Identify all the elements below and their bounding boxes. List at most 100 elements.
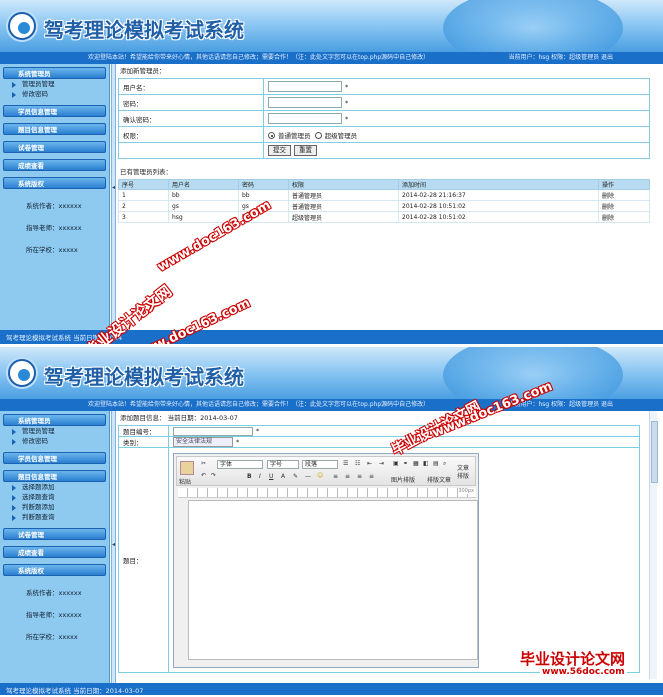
- align-right-icon[interactable]: ≡: [357, 473, 362, 480]
- paste-label[interactable]: 粘贴: [179, 477, 191, 486]
- table-row: 1 bb bb 普通管理员 2014-02-28 21:16:37 删除: [118, 189, 650, 201]
- emoji-icon[interactable]: ☺: [317, 472, 323, 479]
- screenshot-admin-management: 驾考理论模拟考试系统 欢迎登陆本站！希望能给你带来好心情，其他话语请您自己修改；…: [0, 0, 663, 346]
- size-select[interactable]: 字号: [267, 459, 299, 469]
- sidebar-section-students[interactable]: 学员信息管理: [3, 105, 106, 117]
- delete-link[interactable]: 删除: [598, 189, 650, 201]
- app-title: 驾考理论模拟考试系统: [44, 365, 244, 389]
- sidebar-item-query-judge[interactable]: 判断题查询: [12, 512, 109, 522]
- highlight-icon[interactable]: ✎: [293, 473, 298, 480]
- source-icon[interactable]: ▤: [433, 460, 439, 467]
- sidebar-toggle[interactable]: ◂: [111, 64, 116, 330]
- watermark-site-name: 毕业设计论文网: [520, 650, 626, 668]
- font-select[interactable]: 字体: [217, 459, 263, 469]
- table-icon[interactable]: ▦: [413, 460, 419, 467]
- list-icon[interactable]: ☰: [343, 460, 348, 467]
- sidebar-item-add-choice[interactable]: 选择题添加: [12, 482, 109, 492]
- add-admin-form: 用户名： * 密码： * 确认密码： * 权限： 普通管理员 超级管理员 提交 重置: [118, 78, 650, 159]
- toggle-arrow-icon: ◂: [112, 541, 116, 548]
- question-label: 题目：: [118, 447, 169, 673]
- editor-canvas[interactable]: [188, 499, 478, 660]
- add-admin-heading: 添加新管理员：: [120, 67, 166, 75]
- teacher-info: 指导老师：xxxxxx: [26, 611, 82, 619]
- sidebar-section-questions[interactable]: 题目信息管理: [3, 123, 106, 135]
- submit-button[interactable]: 提交: [268, 145, 291, 156]
- numbered-list-icon[interactable]: ☷: [355, 460, 360, 467]
- confirm-password-input[interactable]: [268, 113, 342, 124]
- hr-icon[interactable]: —: [305, 473, 311, 480]
- column-header: 密码: [238, 179, 289, 190]
- image-layout-button[interactable]: 图片排版: [391, 475, 415, 484]
- sidebar-item-admin-manage[interactable]: 管理员管理: [12, 79, 109, 89]
- role-super-radio[interactable]: [314, 132, 322, 139]
- toggle-arrow-icon: ◂: [112, 184, 116, 191]
- underline-icon[interactable]: U: [269, 473, 273, 480]
- column-header: 用户名: [168, 179, 239, 190]
- sidebar-item-add-judge[interactable]: 判断题添加: [12, 502, 109, 512]
- sidebar-section-admin[interactable]: 系统管理员: [3, 414, 106, 426]
- school-info: 所在学校：xxxxx: [26, 633, 78, 641]
- preview-icon[interactable]: ⌕: [443, 460, 446, 468]
- user-bar[interactable]: 当前用户：hsg 权限：超级管理员 退出: [508, 52, 613, 64]
- sidebar-section-copyright[interactable]: 系统版权: [3, 177, 106, 189]
- author-info: 系统作者：xxxxxx: [26, 202, 82, 210]
- italic-icon[interactable]: I: [259, 473, 261, 480]
- paste-icon[interactable]: [180, 460, 194, 475]
- column-header: 添加时间: [398, 179, 599, 190]
- sidebar-toggle[interactable]: ◂: [111, 411, 116, 683]
- column-header: 权限: [288, 179, 399, 190]
- app-logo-icon: [8, 359, 36, 387]
- delete-link[interactable]: 删除: [598, 200, 650, 212]
- link-icon[interactable]: ⚭: [403, 460, 408, 467]
- sidebar-section-copyright[interactable]: 系统版权: [3, 564, 106, 576]
- role-label: 权限：: [118, 126, 264, 143]
- align-center-icon[interactable]: ≡: [345, 473, 350, 480]
- school-info: 所在学校：xxxxx: [26, 246, 78, 254]
- sidebar-section-students[interactable]: 学员信息管理: [3, 452, 106, 464]
- sidebar-item-admin-manage[interactable]: 管理员管理: [12, 426, 109, 436]
- flash-icon[interactable]: ◧: [423, 460, 429, 467]
- author-info: 系统作者：xxxxxx: [26, 589, 82, 597]
- sidebar-section-papers[interactable]: 试卷管理: [3, 141, 106, 153]
- sidebar-item-change-password[interactable]: 修改密码: [12, 89, 109, 99]
- sidebar-item-query-choice[interactable]: 选择题查询: [12, 492, 109, 502]
- reset-button[interactable]: 重置: [294, 145, 317, 156]
- delete-link[interactable]: 删除: [598, 211, 650, 223]
- cut-icon[interactable]: ✂: [201, 460, 206, 467]
- align-left-icon[interactable]: ≡: [333, 473, 338, 480]
- add-question-heading: 添加题目信息： 当前日期：2014-03-07: [120, 414, 238, 422]
- admin-list-heading: 已有管理员列表：: [120, 168, 172, 176]
- required-mark: *: [345, 114, 349, 123]
- role-normal-radio[interactable]: [268, 132, 275, 139]
- username-label: 用户名：: [118, 78, 264, 95]
- password-input[interactable]: [268, 97, 342, 108]
- question-no-input[interactable]: [173, 426, 253, 436]
- paragraph-select[interactable]: 段落: [302, 459, 338, 469]
- sidebar-section-admin[interactable]: 系统管理员: [3, 67, 106, 79]
- role-super-label: 超级管理员: [324, 131, 358, 140]
- font-color-icon[interactable]: A: [281, 473, 285, 480]
- redo-icon[interactable]: ↷: [211, 472, 216, 479]
- bold-icon[interactable]: B: [247, 473, 252, 480]
- vertical-scrollbar[interactable]: [649, 411, 658, 679]
- app-title: 驾考理论模拟考试系统: [44, 18, 244, 42]
- header-banner: 驾考理论模拟考试系统: [0, 0, 663, 52]
- sidebar-section-scores[interactable]: 成绩查看: [3, 546, 106, 558]
- layout-article-button[interactable]: 排版文章: [427, 475, 451, 484]
- sidebar-section-papers[interactable]: 试卷管理: [3, 528, 106, 540]
- username-input[interactable]: [268, 81, 342, 92]
- category-select[interactable]: 安全法律法规: [173, 437, 233, 447]
- sidebar: 系统管理员 管理员管理 修改密码 学员信息管理 题目信息管理 试卷管理 成绩查看…: [0, 64, 110, 330]
- indent-icon[interactable]: ⇥: [379, 460, 384, 467]
- sidebar-section-scores[interactable]: 成绩查看: [3, 159, 106, 171]
- image-icon[interactable]: ▣: [393, 460, 399, 467]
- main-content: 添加新管理员： 用户名： * 密码： * 确认密码： * 权限： 普通管理员 超级管理员…: [118, 64, 652, 223]
- category-label: 类别：: [118, 436, 169, 448]
- undo-icon[interactable]: ↶: [201, 472, 206, 479]
- sidebar-section-questions[interactable]: 题目信息管理: [3, 470, 106, 482]
- doc-layout-button[interactable]: 文章排版: [457, 465, 473, 481]
- column-header: 操作: [598, 179, 650, 190]
- justify-icon[interactable]: ≡: [369, 473, 374, 480]
- outdent-icon[interactable]: ⇤: [367, 460, 372, 467]
- sidebar-item-change-password[interactable]: 修改密码: [12, 436, 109, 446]
